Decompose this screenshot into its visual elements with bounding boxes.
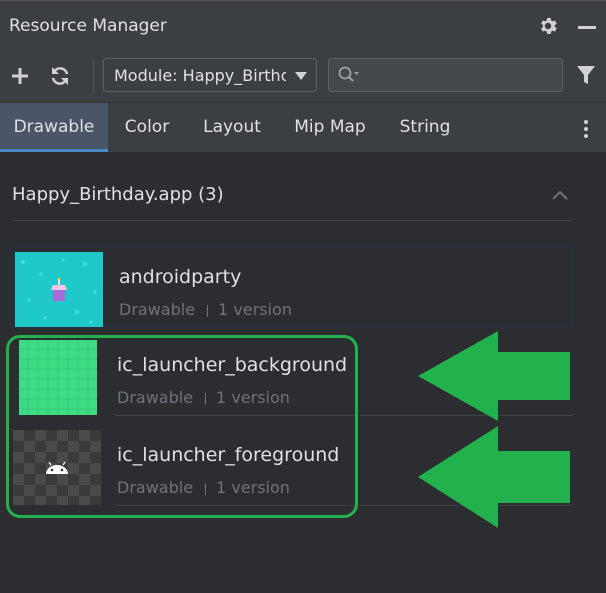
section-title: Happy_Birthday.app (3) xyxy=(12,184,224,205)
androidparty-thumbnail xyxy=(15,252,103,327)
module-select[interactable]: Module: Happy_Birthday xyxy=(103,58,317,92)
tab-layout[interactable]: Layout xyxy=(196,103,268,152)
resource-meta: Drawable 1 version xyxy=(119,300,292,319)
refresh-icon[interactable] xyxy=(48,64,72,88)
search-icon xyxy=(338,66,359,82)
arrow-left-icon xyxy=(418,426,570,528)
arrow-left-icon xyxy=(418,331,570,421)
resource-item-androidparty[interactable]: androidparty Drawable 1 version xyxy=(10,246,574,328)
search-field[interactable] xyxy=(328,58,563,92)
module-select-value: Module: Happy_Birthday xyxy=(114,66,286,85)
section-divider xyxy=(12,220,573,221)
tab-bar: Drawable Color Layout Mip Map String xyxy=(0,102,606,152)
chevron-up-icon[interactable] xyxy=(552,190,568,200)
window-title: Resource Manager xyxy=(9,16,167,36)
resource-type: Drawable xyxy=(119,300,196,319)
minimize-icon[interactable] xyxy=(578,26,596,29)
filter-icon[interactable] xyxy=(575,64,597,86)
resource-name: androidparty xyxy=(119,266,242,288)
highlight-box xyxy=(6,335,358,518)
toolbar: Module: Happy_Birthday xyxy=(0,52,606,102)
resource-versions: 1 version xyxy=(218,300,292,319)
tab-mip-map[interactable]: Mip Map xyxy=(288,103,372,152)
search-input[interactable] xyxy=(365,63,559,89)
plus-icon[interactable] xyxy=(8,64,32,88)
tab-string[interactable]: String xyxy=(394,103,456,152)
chevron-down-icon xyxy=(295,72,307,80)
gear-icon[interactable] xyxy=(537,15,559,37)
tab-drawable[interactable]: Drawable xyxy=(0,103,108,152)
toolbar-separator xyxy=(93,60,94,94)
more-options-icon[interactable] xyxy=(584,120,588,138)
tab-color[interactable]: Color xyxy=(116,103,178,152)
title-bar: Resource Manager xyxy=(0,0,606,52)
